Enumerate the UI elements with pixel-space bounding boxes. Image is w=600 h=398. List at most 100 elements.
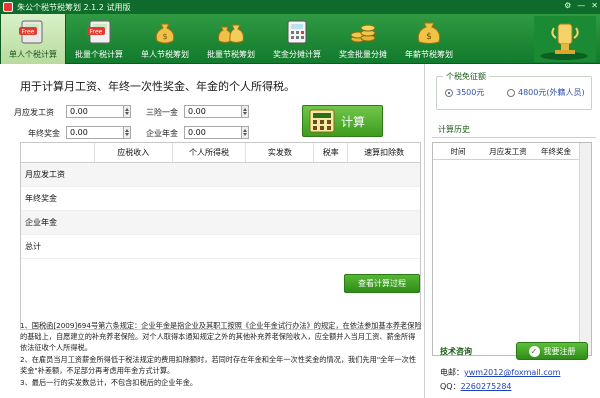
row-label: 企业年金: [25, 218, 57, 227]
column-header: [21, 143, 95, 162]
support-title: 技术咨询: [440, 347, 472, 356]
exemption-option-3500[interactable]: 3500元: [445, 87, 484, 98]
svg-text:$: $: [426, 32, 432, 42]
radio-icon: [507, 88, 515, 97]
tool-label: 单人个税计算: [9, 50, 57, 59]
calculator-icon: [287, 20, 307, 44]
tool-batch-tax[interactable]: Free 批量个税计算: [66, 14, 132, 64]
calculate-label: 计算: [341, 114, 366, 129]
check-icon: ✓: [528, 345, 540, 357]
close-icon[interactable]: ✕: [591, 1, 598, 10]
coins-icon: [350, 24, 376, 43]
social-insurance-input[interactable]: 0.00: [184, 105, 242, 118]
tool-label: 奖金批量分摊: [339, 50, 387, 59]
table-body: 月应发工资 年终奖金 企业年金 总计: [21, 163, 420, 259]
svg-text:Free: Free: [90, 29, 103, 36]
svg-text:Free: Free: [22, 29, 35, 36]
column-header: 速算扣除数: [364, 148, 405, 157]
radio-label: 4800元(外籍人员): [518, 88, 585, 97]
tool-single-plan[interactable]: $ 单人节税筹划: [132, 14, 198, 64]
brand-logo: [534, 16, 596, 62]
column-header: 时间: [450, 147, 466, 156]
money-bags-icon: [218, 24, 244, 43]
result-table: 应税收入 个人所得税 实发数 税率 速算扣除数 月应发工资 年终奖金 企业年金 …: [20, 142, 421, 330]
annuity-spinner[interactable]: [241, 126, 249, 139]
tool-label: 单人节税筹划: [141, 50, 189, 59]
exemption-option-4800[interactable]: 4800元(外籍人员): [507, 87, 585, 98]
window-title: 朱公个税节税筹划 2.1.2 试用版: [17, 2, 131, 12]
email-label: 电邮：: [440, 368, 464, 377]
annuity-label: 企业年金: [146, 129, 178, 138]
bonus-label: 年终奖金: [28, 129, 60, 138]
table-row: 年终奖金: [21, 187, 420, 211]
tool-annual-plan[interactable]: $ 年薪节税筹划: [396, 14, 462, 64]
register-button[interactable]: ✓ 我要注册: [516, 342, 588, 360]
tool-bonus-batch[interactable]: 奖金批量分摊: [330, 14, 396, 64]
tool-label: 奖金分摊计算: [273, 50, 321, 59]
note-item: 1、国税函[2009]694号第六条规定：企业年金是指企业及其职工按照《企业年金…: [20, 321, 422, 352]
divider: [432, 137, 596, 138]
tool-label: 批量个税计算: [75, 50, 123, 59]
tool-label: 年薪节税筹划: [405, 50, 453, 59]
note-item: 2、在雇员当月工资薪金所得低于税法规定的费用扣除额时，若同时存在年金和全年一次性…: [20, 355, 417, 375]
history-scrollbar[interactable]: [579, 143, 591, 355]
monthly-salary-input[interactable]: 0.00: [66, 105, 124, 118]
calculator-icon: [309, 109, 335, 133]
window-controls: ⚙ — ✕: [564, 1, 598, 10]
app-icon: [3, 2, 13, 12]
social-insurance-label: 三险一金: [146, 108, 178, 117]
column-header: 应税收入: [95, 143, 173, 162]
exemption-title: 个税免征额: [443, 71, 489, 82]
history-header: 时间 月应发工资 年终奖金: [433, 143, 591, 160]
title-bar: 朱公个税节税筹划 2.1.2 试用版 ⚙ — ✕: [0, 0, 600, 14]
money-bag-icon: $: [155, 23, 175, 44]
view-process-button[interactable]: 查看计算过程: [344, 274, 420, 293]
history-list[interactable]: 时间 月应发工资 年终奖金: [432, 142, 592, 356]
register-label: 我要注册: [543, 346, 576, 356]
column-header: 实发数: [246, 143, 315, 162]
table-row: 总计: [21, 235, 420, 259]
calculator-free-icon: Free: [19, 20, 43, 44]
column-header: 税率: [314, 143, 349, 162]
dollar-bag-icon: $: [417, 22, 441, 44]
column-header: 年终奖金: [541, 147, 571, 156]
calculator-panel: 用于计算月工资、年终一次性奖金、年金的个人所得税。 月应发工资 0.00 三险一…: [8, 64, 422, 398]
tool-label: 批量节税筹划: [207, 50, 255, 59]
row-label: 月应发工资: [25, 170, 65, 179]
settings-icon[interactable]: ⚙: [564, 1, 571, 10]
main-toolbar: Free 单人个税计算 Free 批量个税计算 $ 单人节税筹划 批量节税筹划: [0, 14, 600, 64]
history-title: 计算历史: [438, 125, 470, 134]
annuity-input[interactable]: 0.00: [184, 126, 242, 139]
row-label: 总计: [25, 242, 41, 251]
qq-line: QQ：2260275284: [440, 381, 512, 392]
bonus-input[interactable]: 0.00: [66, 126, 124, 139]
exemption-group: 个税免征额 3500元 4800元(外籍人员): [436, 71, 592, 110]
row-label: 年终奖金: [25, 194, 57, 203]
monthly-salary-spinner[interactable]: [123, 105, 131, 118]
qq-link[interactable]: 2260275284: [461, 382, 512, 391]
notes: 1、国税函[2009]694号第六条规定：企业年金是指企业及其职工按照《企业年金…: [20, 320, 422, 389]
bonus-spinner[interactable]: [123, 126, 131, 139]
social-insurance-spinner[interactable]: [241, 105, 249, 118]
svg-text:$: $: [162, 32, 167, 41]
tool-single-tax[interactable]: Free 单人个税计算: [0, 14, 66, 64]
calculator-free-icon: Free: [87, 20, 111, 44]
qq-label: QQ：: [440, 382, 461, 391]
email-link[interactable]: ywm2012@foxmail.com: [464, 368, 560, 377]
column-header: 月应发工资: [489, 147, 527, 156]
note-item: 3、最后一行的实发数总计，不包含扣税后的企业年金。: [20, 378, 198, 387]
table-header: 应税收入 个人所得税 实发数 税率 速算扣除数: [21, 143, 420, 163]
page-title: 用于计算月工资、年终一次性奖金、年金的个人所得税。: [20, 80, 295, 93]
tool-bonus-split[interactable]: 奖金分摊计算: [264, 14, 330, 64]
minimize-icon[interactable]: —: [577, 1, 585, 10]
radio-icon: [445, 88, 453, 97]
monthly-salary-label: 月应发工资: [14, 108, 54, 117]
email-line: 电邮：ywm2012@foxmail.com: [440, 367, 560, 378]
tool-batch-plan[interactable]: 批量节税筹划: [198, 14, 264, 64]
panel-divider: [424, 64, 425, 398]
radio-label: 3500元: [456, 88, 485, 97]
calculate-button[interactable]: 计算: [302, 105, 383, 137]
column-header: 个人所得税: [173, 143, 247, 162]
table-row: 企业年金: [21, 211, 420, 235]
side-panel: 个税免征额 3500元 4800元(外籍人员) 计算历史 时间 月应发工资 年终…: [428, 64, 600, 398]
